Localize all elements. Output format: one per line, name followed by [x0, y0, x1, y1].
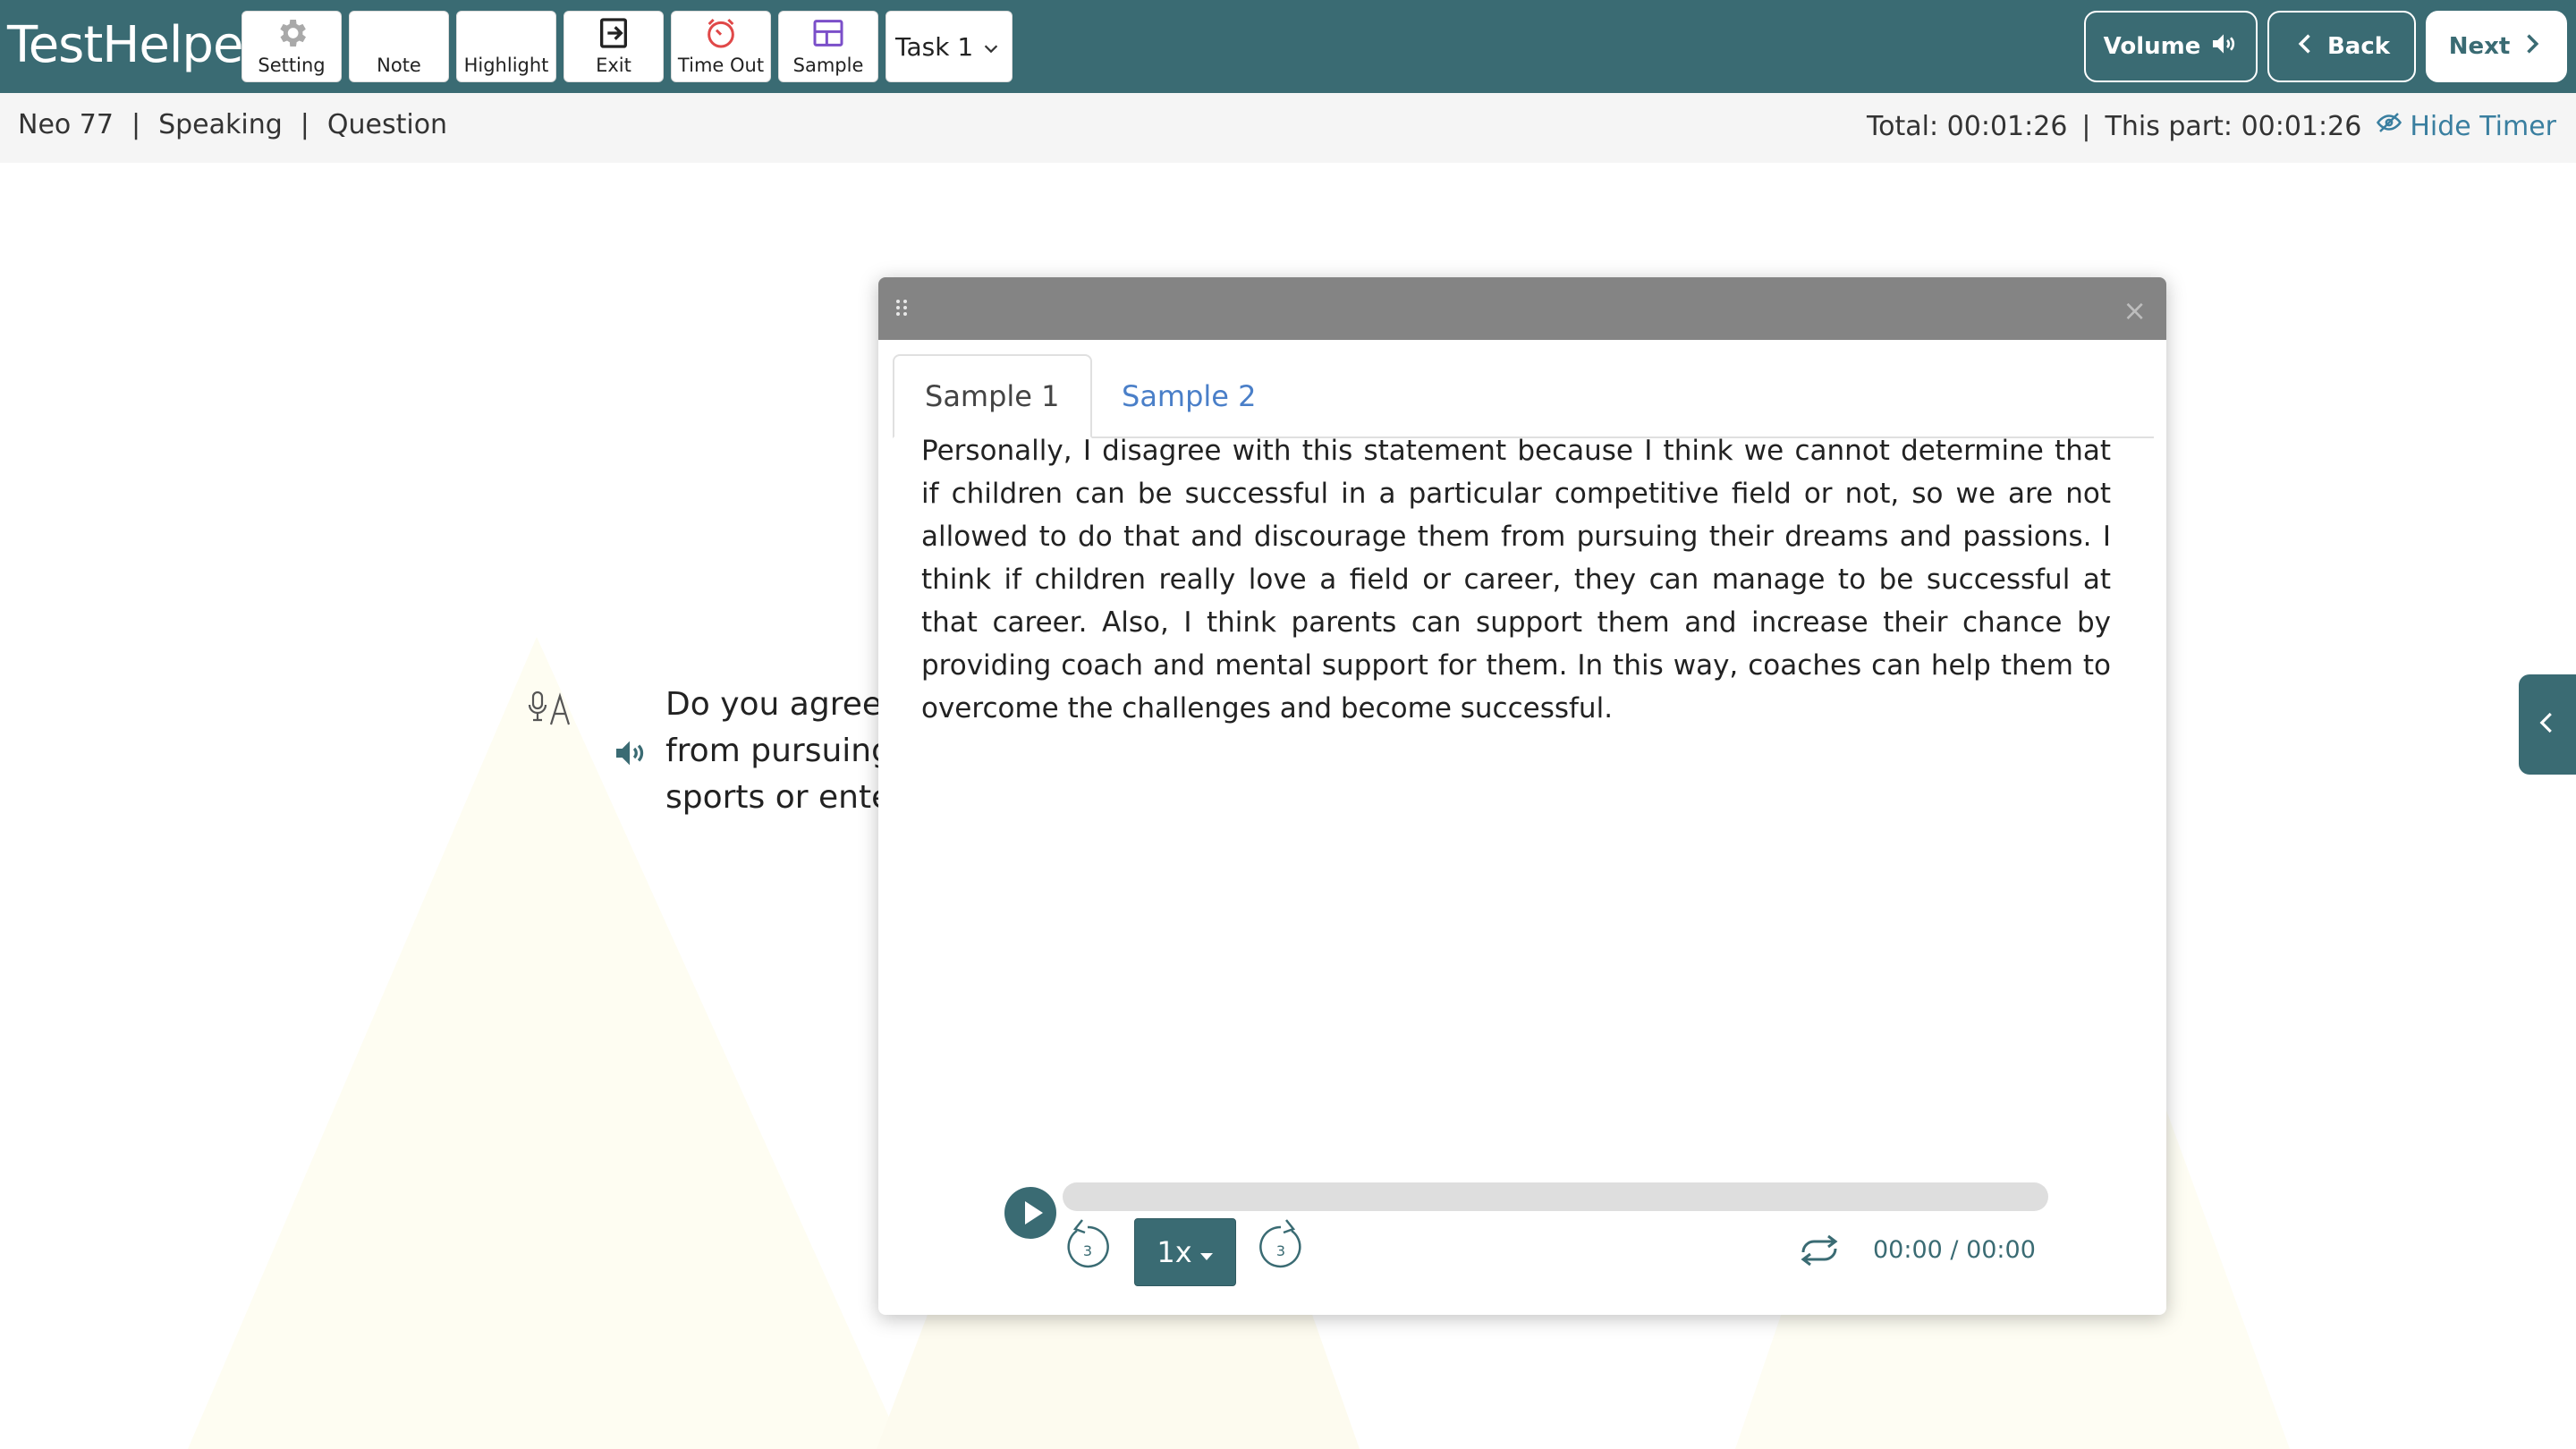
question-text: Do you agree o from pursuing sports or e… [665, 682, 880, 821]
volume-label: Volume [2103, 33, 2201, 60]
eye-slash-icon [2376, 109, 2402, 143]
hide-timer-button[interactable]: Hide Timer [2376, 109, 2556, 143]
rewind-button[interactable]: 3 [1063, 1218, 1113, 1275]
total-timer-value: 00:01:26 [1946, 110, 2068, 142]
breadcrumb-item-test: Neo 77 [18, 109, 114, 140]
forward-button[interactable]: 3 [1256, 1218, 1306, 1275]
time-out-label: Time Out [677, 55, 765, 76]
timer-separator: | [2081, 110, 2091, 142]
timer: Total: 00:01:26 | This part: 00:01:26 Hi… [1867, 109, 2556, 143]
highlight-button[interactable]: Highlight [456, 11, 556, 82]
audio-time-readout: 00:00 / 00:00 [1873, 1236, 2036, 1264]
next-label: Next [2448, 33, 2511, 60]
chevron-right-icon [2519, 31, 2544, 63]
speaker-icon [2209, 30, 2238, 64]
part-timer-label: This part: [2105, 110, 2233, 142]
task-select-value: Task 1 [895, 31, 974, 62]
volume-button[interactable]: Volume [2084, 11, 2258, 82]
playback-speed-value: 1x [1157, 1235, 1192, 1269]
audio-progress-bar[interactable] [1063, 1182, 2048, 1211]
back-label: Back [2326, 33, 2391, 60]
breadcrumb: Neo 77 | Speaking | Question [18, 109, 447, 140]
total-timer: Total: 00:01:26 [1867, 111, 2067, 142]
tab-sample-1[interactable]: Sample 1 [893, 354, 1092, 438]
sample-label: Sample [792, 55, 864, 76]
app-title: TestHelper [7, 16, 263, 74]
question-line: from pursuing [665, 733, 880, 769]
exit-icon [596, 15, 631, 51]
highlight-label: Highlight [463, 55, 549, 76]
tab-sample-2[interactable]: Sample 2 [1091, 354, 1287, 438]
gear-icon [274, 15, 309, 51]
back-button[interactable]: Back [2267, 11, 2416, 82]
transcript-toggle-icon[interactable] [528, 689, 578, 735]
question-line: Do you agree o [665, 686, 880, 723]
top-toolbar: TestHelper Setting Note Highlight Exit T… [0, 0, 2576, 93]
sample-button[interactable]: Sample [778, 11, 878, 82]
setting-button[interactable]: Setting [242, 11, 342, 82]
breadcrumb-item-section: Speaking [158, 109, 283, 140]
part-timer: This part: 00:01:26 [2106, 111, 2362, 142]
loop-icon[interactable] [1794, 1233, 1844, 1272]
close-icon[interactable]: × [2123, 293, 2147, 327]
modal-header[interactable]: × [878, 277, 2166, 340]
exit-button[interactable]: Exit [564, 11, 664, 82]
next-button[interactable]: Next [2426, 11, 2567, 82]
question-line: sports or enter [665, 779, 880, 816]
time-out-button[interactable]: Time Out [671, 11, 771, 82]
forward-seconds: 3 [1276, 1242, 1285, 1259]
total-timer-label: Total: [1866, 110, 1939, 142]
hide-timer-label: Hide Timer [2410, 110, 2556, 142]
timer-icon [703, 15, 739, 51]
question-speaker-icon[interactable] [612, 735, 648, 775]
drag-handle-icon[interactable] [894, 297, 909, 322]
sample-modal: × Sample 1 Sample 2 Personally, I disagr… [878, 277, 2166, 1315]
breadcrumb-item-part: Question [326, 109, 448, 140]
caret-down-icon [1199, 1235, 1214, 1269]
side-panel-toggle[interactable] [2519, 674, 2576, 775]
breadcrumb-separator: | [300, 109, 309, 140]
part-timer-value: 00:01:26 [2241, 110, 2362, 142]
task-select[interactable]: Task 1 [886, 11, 1013, 82]
note-label: Note [377, 55, 421, 76]
status-bar: Neo 77 | Speaking | Question Total: 00:0… [0, 93, 2576, 163]
chevron-left-icon [2293, 31, 2318, 63]
play-button[interactable] [1004, 1186, 1057, 1243]
chevron-down-icon [981, 38, 1001, 62]
layout-icon [810, 15, 846, 51]
setting-label: Setting [258, 55, 326, 76]
playback-speed-dropdown[interactable]: 1x [1134, 1218, 1236, 1286]
chevron-left-icon [2534, 709, 2561, 740]
sample-answer-text: Personally, I disagree with this stateme… [921, 435, 2111, 724]
sample-tabs: Sample 1 Sample 2 [893, 354, 2154, 438]
rewind-seconds: 3 [1083, 1242, 1092, 1259]
exit-label: Exit [596, 55, 631, 76]
note-button[interactable]: Note [349, 11, 449, 82]
breadcrumb-separator: | [131, 109, 141, 140]
